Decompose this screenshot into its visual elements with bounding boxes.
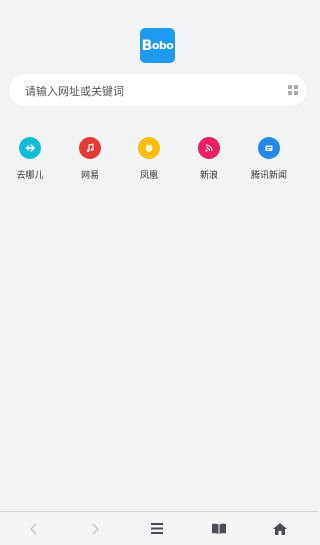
home-button[interactable] (260, 512, 300, 545)
music-note-icon (79, 137, 101, 159)
logo-text-b: B (141, 37, 153, 54)
logo-text-rest: obo (151, 39, 174, 52)
forward-button[interactable] (75, 512, 115, 545)
home-icon (273, 522, 287, 535)
plane-icon (19, 137, 41, 159)
face-icon (138, 137, 160, 159)
bottom-nav-bar (0, 511, 318, 545)
shortcut-label: 凤凰 (139, 171, 158, 181)
shortcut-label: 网易 (80, 171, 99, 181)
rss-icon (198, 137, 220, 159)
shortcut-label: 去哪儿 (16, 171, 44, 181)
forward-icon (92, 522, 100, 535)
shortcut-label: 腾讯新闻 (250, 171, 287, 181)
search-bar[interactable] (9, 74, 307, 108)
app-logo: Bobo (140, 28, 175, 63)
menu-button[interactable] (137, 512, 177, 545)
shortcut-sina[interactable]: 新浪 (179, 137, 239, 181)
bookmarks-button[interactable] (199, 512, 239, 545)
qr-scan-icon[interactable] (288, 85, 298, 95)
shortcut-label: 新浪 (199, 171, 218, 181)
shortcut-tencent-news[interactable]: 腾讯新闻 (239, 137, 299, 181)
shortcut-netease[interactable]: 网易 (60, 137, 120, 181)
back-button[interactable] (14, 512, 54, 545)
back-icon (29, 522, 37, 535)
menu-icon (151, 523, 163, 534)
shortcut-qunar[interactable]: 去哪儿 (0, 137, 60, 181)
shortcut-ifeng[interactable]: 凤凰 (119, 137, 179, 181)
news-icon (258, 137, 280, 159)
bookmarks-icon (212, 523, 226, 534)
search-input[interactable] (23, 74, 277, 108)
